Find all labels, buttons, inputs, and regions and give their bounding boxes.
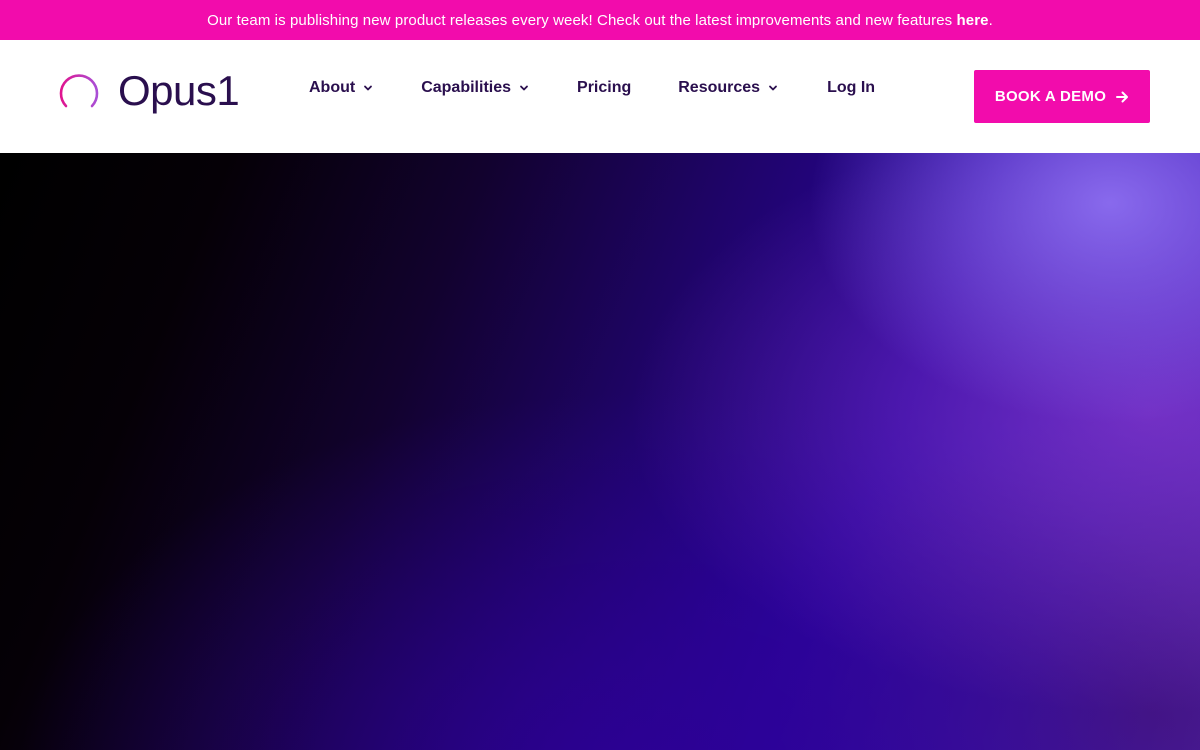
nav-item-capabilities[interactable]: Capabilities bbox=[421, 79, 529, 97]
main-nav: About Capabilities Pricing Resources Log… bbox=[309, 40, 875, 135]
nav-item-about[interactable]: About bbox=[309, 79, 373, 97]
book-demo-button[interactable]: BOOK A DEMO bbox=[974, 70, 1150, 123]
nav-item-login[interactable]: Log In bbox=[827, 79, 875, 97]
chevron-down-icon bbox=[769, 85, 777, 90]
announcement-suffix: . bbox=[988, 11, 993, 29]
nav-item-label: Log In bbox=[827, 78, 876, 96]
announcement-bar: Our team is publishing new product relea… bbox=[0, 0, 1200, 40]
arrow-right-icon bbox=[1116, 91, 1129, 102]
site-header: Opus1 About Capabilities Pricing Resourc… bbox=[0, 40, 1200, 153]
nav-item-label: Capabilities bbox=[421, 78, 512, 96]
announcement-link[interactable]: here bbox=[957, 12, 989, 29]
chevron-down-icon bbox=[364, 85, 373, 90]
nav-item-label: Resources bbox=[678, 78, 761, 96]
brand-wordmark: Opus1 bbox=[118, 67, 240, 114]
announcement-text: Our team is publishing new product relea… bbox=[207, 11, 953, 29]
chevron-down-icon bbox=[520, 85, 528, 90]
nav-item-resources[interactable]: Resources bbox=[678, 79, 778, 97]
nav-item-label: Pricing bbox=[577, 78, 632, 96]
brand-logo[interactable]: Opus1 bbox=[50, 67, 240, 116]
nav-item-pricing[interactable]: Pricing bbox=[577, 79, 631, 97]
nav-item-label: About bbox=[309, 78, 356, 96]
book-demo-label: BOOK A DEMO bbox=[994, 88, 1107, 105]
hero-gradient-background bbox=[0, 153, 1200, 750]
soundwave-circle-icon bbox=[50, 70, 108, 114]
